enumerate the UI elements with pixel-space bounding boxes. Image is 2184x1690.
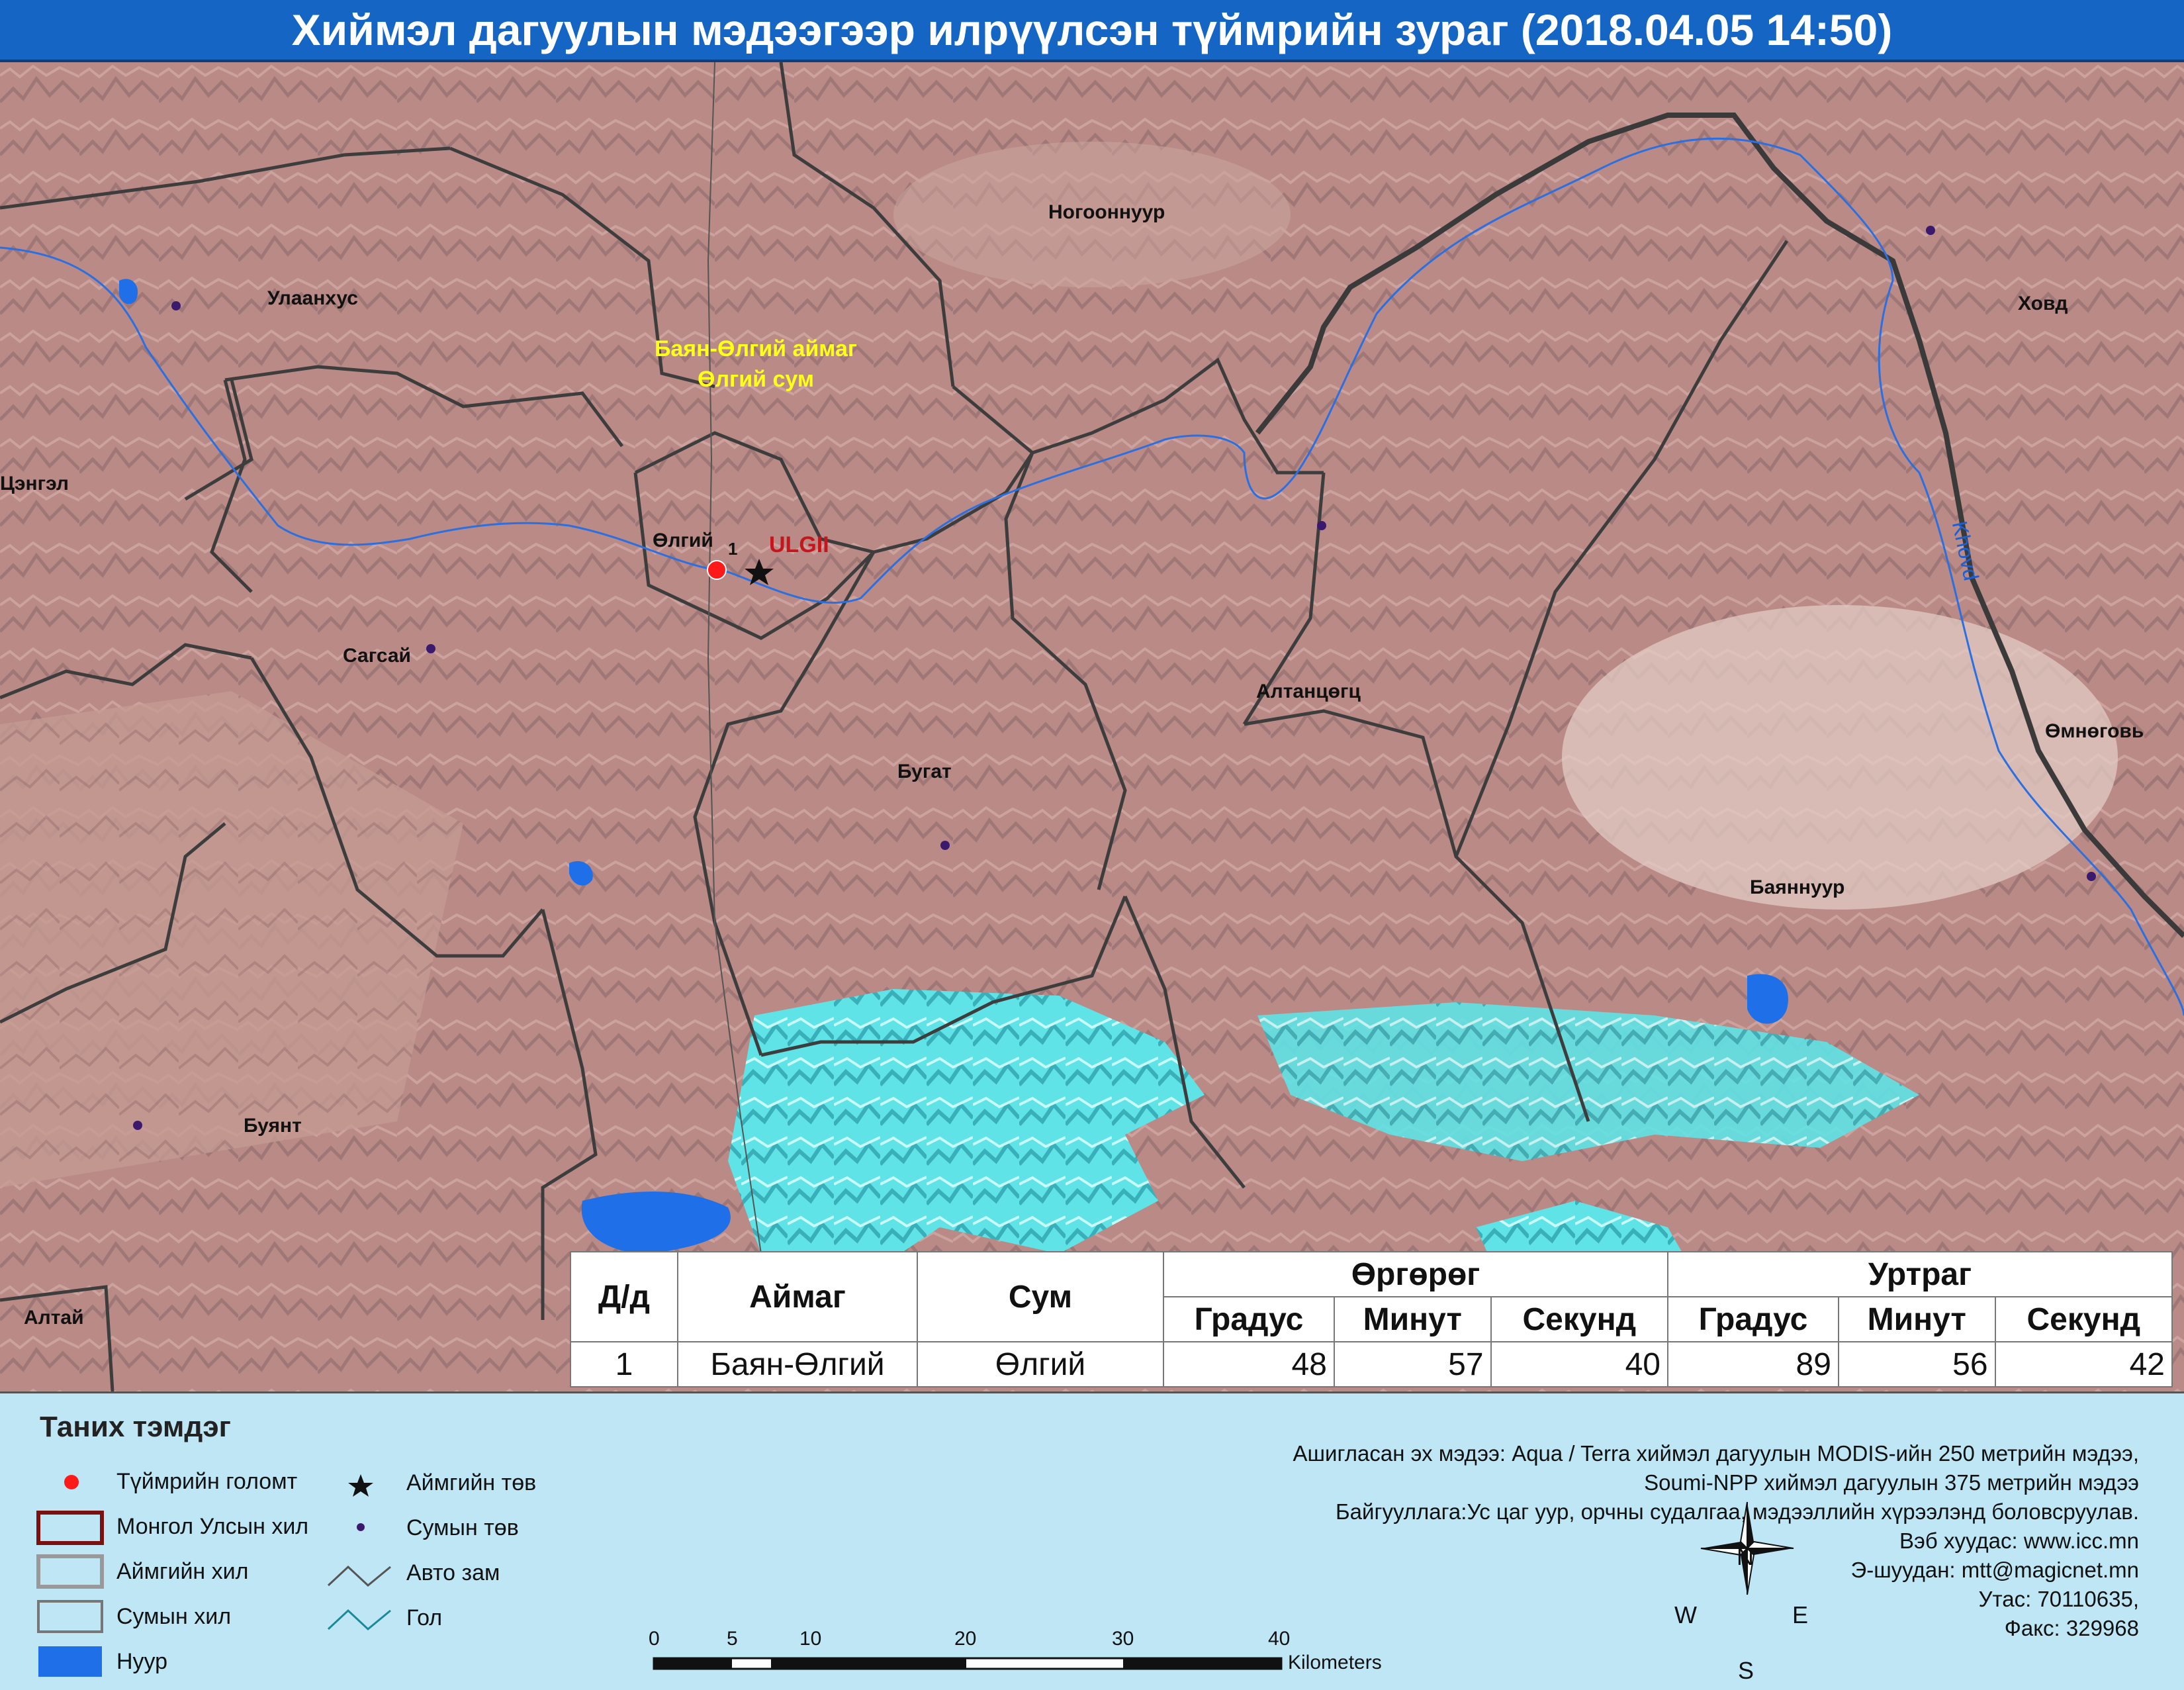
place-label-khovd: Ховд <box>2018 293 2068 314</box>
aimag-soum-label: Баян-Өлгий аймаг Өлгий сум <box>590 334 921 395</box>
header-lat-deg: Градус <box>1163 1296 1335 1342</box>
header-sum: Сум <box>917 1251 1164 1342</box>
scale-tick-30: 30 <box>1112 1628 1134 1650</box>
source-line-2: Soumi-NPP хиймэл дагуулын 375 метрийн мэ… <box>1644 1470 2139 1495</box>
place-label-ulgii: Өлгий <box>653 530 713 551</box>
scale-tick-0: 0 <box>649 1628 660 1650</box>
fire-point-number: 1 <box>728 539 738 559</box>
legend-soum-border-label: Сумын хил <box>116 1604 232 1629</box>
header-lon-min: Минут <box>1837 1296 1996 1342</box>
legend-soum-center-icon <box>357 1523 365 1531</box>
source-line-3: Байгууллага:Ус цаг уур, орчны судалгаа, … <box>1336 1499 2139 1524</box>
legend-soum-border-icon <box>37 1600 103 1633</box>
compass-w: W <box>1674 1601 1697 1628</box>
scale-tick-20: 20 <box>954 1628 977 1650</box>
place-label-bugat: Бугат <box>897 761 952 782</box>
cell-lat-deg: 48 <box>1163 1341 1335 1387</box>
header-latitude: Өргөрөг <box>1163 1251 1668 1297</box>
place-label-bayannuur: Баяннуур <box>1750 876 1845 898</box>
legend-national-border-icon <box>36 1511 104 1545</box>
source-fax: Факс: 329968 <box>2004 1616 2139 1640</box>
source-website: Вэб хуудас: www.icc.mn <box>1899 1528 2139 1553</box>
header-lat-min: Минут <box>1333 1296 1492 1342</box>
legend-river-label: Гол <box>406 1605 443 1630</box>
source-email: Э-шуудан: mtt@magicnet.mn <box>1850 1558 2140 1582</box>
map-area[interactable]: Баян-Өлгий аймаг Өлгий сум ULGII 1 Khovd… <box>0 62 2184 1391</box>
scale-unit: Kilometers <box>1288 1652 1382 1673</box>
legend-symbols <box>36 1474 1794 1677</box>
cell-no: 1 <box>570 1341 678 1387</box>
place-label-umnugovi: Өмнөговь <box>2045 720 2144 742</box>
cell-aimag: Баян-Өлгий <box>677 1341 918 1387</box>
compass-e: E <box>1792 1601 1809 1628</box>
legend-road-icon <box>327 1565 391 1587</box>
scale-tick-5: 5 <box>727 1628 738 1650</box>
map-title: Хиймэл дагуулын мэдээгээр илрүүлсэн түйм… <box>0 0 2184 62</box>
aimag-label-line1: Баян-Өлгий аймаг <box>654 336 858 361</box>
place-label-sagsai: Сагсай <box>343 645 411 667</box>
scale-tick-10: 10 <box>799 1628 822 1650</box>
header-lon-sec: Секунд <box>1994 1296 2173 1342</box>
place-label-buyant: Буянт <box>244 1115 302 1137</box>
place-label-ulaankhus: Улаанхус <box>267 287 358 309</box>
place-label-nogoonnuur: Ногооннуур <box>1048 201 1165 223</box>
place-label-altantsugts: Алтанцөгц <box>1256 681 1361 702</box>
header-no: Д/д <box>570 1251 678 1342</box>
compass-n: N <box>1737 1543 1754 1570</box>
legend-lake-label: Нуур <box>116 1649 168 1674</box>
legend-fire-label: Түймрийн голомт <box>116 1469 298 1494</box>
fire-point-1[interactable] <box>707 560 727 580</box>
legend-aimag-center-label: Аймгийн төв <box>406 1470 537 1495</box>
header-lon-deg: Градус <box>1666 1296 1839 1342</box>
legend-panel: Таних тэмдэг Түймрийн голомт Монгол Улсы… <box>0 1391 2184 1690</box>
cell-sum: Өлгий <box>917 1341 1164 1387</box>
compass-s: S <box>1738 1657 1754 1684</box>
aimag-center-label: ULGII <box>769 532 829 557</box>
header-aimag: Аймаг <box>677 1251 918 1342</box>
cell-lat-min: 57 <box>1333 1341 1492 1387</box>
header-lat-sec: Секунд <box>1490 1296 1668 1342</box>
legend-soum-center-label: Сумын төв <box>406 1515 519 1540</box>
legend-lake-icon <box>38 1646 102 1677</box>
cell-lon-sec: 42 <box>1994 1341 2173 1387</box>
cell-lon-min: 56 <box>1837 1341 1996 1387</box>
place-label-tsengel: Цэнгэл <box>0 473 69 494</box>
legend-aimag-border-icon <box>36 1554 104 1589</box>
legend-national-border-label: Монгол Улсын хил <box>116 1514 309 1539</box>
aimag-label-line2: Өлгий сум <box>698 367 814 392</box>
header-longitude: Уртраг <box>1666 1251 2173 1297</box>
source-phone: Утас: 70110635, <box>1978 1587 2139 1611</box>
legend-fire-icon <box>64 1475 79 1489</box>
legend-star-icon <box>348 1474 373 1497</box>
cell-lon-deg: 89 <box>1666 1341 1839 1387</box>
map-canvas[interactable] <box>0 62 2184 1391</box>
legend-river-icon <box>327 1609 391 1630</box>
source-line-1: Ашигласан эх мэдээ: Aqua / Terra хиймэл … <box>1293 1441 2139 1466</box>
place-label-altai: Алтай <box>24 1307 84 1329</box>
fire-coordinates-table: Д/д Аймаг Сум Өргөрөг Уртраг Градус Мину… <box>570 1251 2173 1387</box>
legend-road-label: Авто зам <box>406 1560 500 1585</box>
scale-bar <box>653 1657 1283 1670</box>
cell-lat-sec: 40 <box>1490 1341 1668 1387</box>
plain-area-east <box>1562 605 2118 910</box>
table-row: 1 Баян-Өлгий Өлгий 48 57 40 89 56 42 <box>570 1341 2173 1387</box>
scale-tick-40: 40 <box>1268 1628 1291 1650</box>
legend-aimag-border-label: Аймгийн хил <box>116 1559 249 1584</box>
